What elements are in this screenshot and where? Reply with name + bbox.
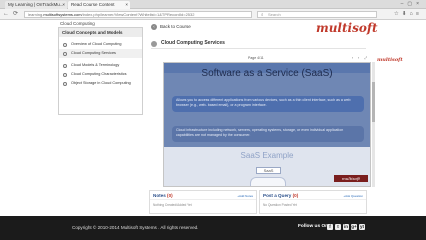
follow-label: Follow us On [298, 224, 329, 229]
browser-tab-course-content[interactable]: Read Course Content × [68, 1, 130, 9]
ask-question-button[interactable]: +Ask Question [343, 194, 363, 198]
outline-item-label: Cloud Computing Services [71, 51, 116, 55]
back-arrow-icon: ‹ [151, 24, 157, 30]
browser-toolbar-icons[interactable]: ☆⬇⌂≡ [394, 9, 422, 20]
outline-item-services[interactable]: Cloud Computing Services [59, 49, 142, 58]
twitter-icon[interactable]: t [335, 224, 341, 230]
tab-title: Read Course Content [71, 2, 115, 7]
query-count: (0) [292, 193, 299, 198]
outline-item-characteristics[interactable]: Cloud Computing Characteristics [59, 70, 142, 79]
url-field[interactable]: learning.multisoftsystems.com/index.php/… [24, 11, 252, 18]
query-panel: Post a Query (0) +Ask Question No Questi… [259, 190, 367, 214]
brand-logo: multisoft [316, 21, 378, 35]
outline-item-overview[interactable]: Overview of Cloud Computing [59, 40, 142, 49]
notes-empty-text: Nothing Created/Added Yet [153, 203, 192, 207]
youtube-icon[interactable]: yt [359, 224, 365, 230]
google-plus-icon[interactable]: g+ [351, 224, 357, 230]
add-notes-button[interactable]: +Add Notes [237, 194, 253, 198]
outline-item-object-storage[interactable]: Object Storage in Cloud Computing [59, 79, 142, 88]
tab-close-icon[interactable]: × [125, 1, 128, 9]
course-outline: Cloud Concepts and Models Overview of Cl… [58, 27, 143, 115]
facebook-icon[interactable]: f [327, 224, 333, 230]
section-icon [151, 40, 157, 47]
viewer-scrollbar[interactable] [372, 62, 375, 187]
tab-title: My Learning | OnTrackMu... [8, 2, 64, 7]
outline-item-models[interactable]: Cloud Models & Terminology [59, 61, 142, 70]
notes-header: Notes (0) +Add Notes [150, 191, 256, 200]
brand-logo-small: multisoft [377, 57, 403, 63]
outline-heading[interactable]: Cloud Concepts and Models [59, 28, 142, 37]
radio-icon [63, 81, 67, 86]
back-label: Back to Course [160, 24, 191, 30]
outline-item-label: Cloud Computing Characteristics [71, 72, 127, 76]
slide-example-heading: SaaS Example [240, 151, 294, 160]
search-placeholder: Search [268, 12, 281, 17]
query-header: Post a Query (0) +Ask Question [260, 191, 366, 200]
browser-search-field[interactable]: ⌕ Search [257, 11, 377, 18]
back-to-course-link[interactable]: ‹ Back to Course [151, 24, 191, 30]
query-empty-text: No Question Posted Yet [263, 203, 297, 207]
tab-close-icon[interactable]: × [62, 1, 65, 9]
page-indicator: Page 4/11 [248, 56, 264, 60]
scrollbar-thumb[interactable] [372, 82, 375, 122]
address-bar: ← ⟳ learning.multisoftsystems.com/index.… [0, 9, 426, 20]
refresh-icon[interactable]: ⟳ [13, 9, 18, 20]
window-controls[interactable]: –▢× [401, 0, 423, 8]
outline-item-label: Cloud Models & Terminology [71, 63, 120, 67]
section-title-text: Cloud Computing Services [161, 40, 225, 46]
radio-icon [63, 42, 67, 47]
browser-tab-my-learning[interactable]: My Learning | OnTrackMu... × [5, 1, 67, 9]
section-title: Cloud Computing Services [151, 38, 366, 49]
cloud-icon [250, 177, 286, 186]
radio-icon [63, 72, 67, 77]
breadcrumb[interactable]: Cloud Computing [60, 21, 95, 26]
viewer-toolbar: Page 4/11 ‹ › ⤢ [163, 55, 371, 61]
notes-panel: Notes (0) +Add Notes Nothing Created/Add… [149, 190, 257, 214]
query-title: Post a Query [263, 193, 292, 198]
url-prefix: learning. [28, 12, 44, 17]
viewer-controls[interactable]: ‹ › ⤢ [352, 55, 369, 61]
slide-text-box: Allows you to access different applicati… [172, 96, 364, 112]
url-domain: multisoftsystems.com [43, 12, 82, 17]
outline-item-label: Object Storage in Cloud Computing [71, 81, 131, 85]
url-path: /index.php/learner/ViewContent?Whitelist… [81, 12, 195, 17]
notes-title: Notes [153, 193, 166, 198]
site-footer: Copyright © 2010-2014 Multisoft Systems … [0, 216, 426, 240]
linkedin-icon[interactable]: in [343, 224, 349, 230]
saas-label-box: SaaS [256, 167, 281, 174]
outline-item-label: Overview of Cloud Computing [71, 42, 122, 46]
slide-viewer: Software as a Service (SaaS) Allows you … [163, 62, 371, 187]
copyright-text: Copyright © 2010-2014 Multisoft Systems … [72, 225, 199, 230]
slide-text-box: Cloud infrastructure including network, … [172, 126, 364, 142]
notes-count: (0) [167, 193, 173, 198]
radio-icon [63, 51, 67, 56]
browser-tab-bar: My Learning | OnTrackMu... × Read Course… [0, 0, 426, 9]
radio-icon [63, 63, 67, 68]
slide-logo: multisoft [334, 175, 368, 182]
back-arrow-icon[interactable]: ← [3, 9, 9, 20]
search-icon: ⌕ [261, 12, 264, 17]
slide-title: Software as a Service (SaaS) [201, 68, 333, 79]
